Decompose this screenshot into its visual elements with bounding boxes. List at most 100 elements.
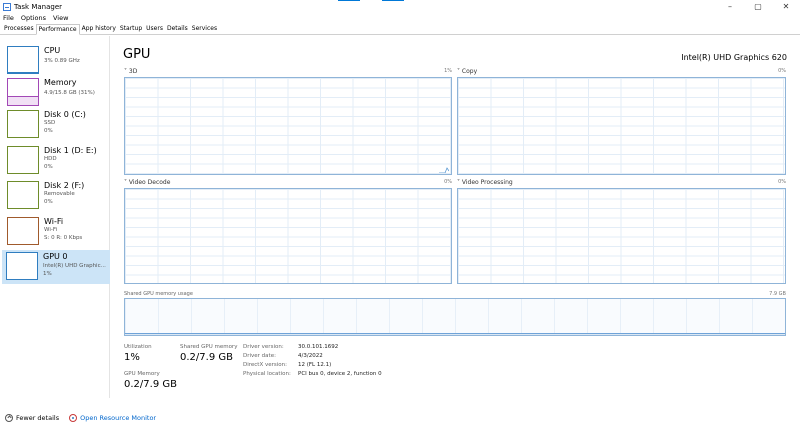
open-resource-monitor-link[interactable]: Open Resource Monitor xyxy=(69,413,156,422)
sidebar-item-title: Memory xyxy=(44,78,77,87)
info-value: 4/3/2022 xyxy=(298,353,323,359)
graph-copy[interactable]: ˅ Copy 0% xyxy=(457,68,786,178)
chevron-up-icon xyxy=(5,413,13,422)
tab-performance[interactable]: Performance xyxy=(35,24,80,35)
graph-engine-selector[interactable]: ˅ Video Decode xyxy=(124,179,170,186)
sidebar-item-title: CPU xyxy=(44,46,61,55)
menu-bar: File Options View xyxy=(0,13,75,23)
stat-value: 0.2/7.9 GB xyxy=(180,352,233,363)
shared-memory-label: Shared GPU memory usage xyxy=(124,291,193,297)
resource-monitor-icon xyxy=(69,413,78,422)
graph-engine-selector[interactable]: ˅ Copy xyxy=(457,68,477,75)
menu-options[interactable]: Options xyxy=(21,14,46,22)
stat-value: 0.2/7.9 GB xyxy=(124,379,177,390)
graph-area xyxy=(124,188,452,284)
sidebar-item-detail: Intel(R) UHD Graphic... xyxy=(43,263,106,269)
info-key: Driver version: xyxy=(243,344,284,350)
graph-percent: 0% xyxy=(778,179,786,185)
sidebar-item-disk-2[interactable]: Disk 2 (F:) Removable 0% xyxy=(3,179,109,213)
title-accent-line xyxy=(338,0,360,1)
tab-bar: Processes Performance App history Startu… xyxy=(0,24,800,35)
tab-services[interactable]: Services xyxy=(190,24,219,34)
sidebar-item-memory[interactable]: Memory 4.9/15.8 GB (31%) xyxy=(3,76,109,110)
menu-view[interactable]: View xyxy=(53,14,68,22)
info-value: 12 (FL 12.1) xyxy=(298,362,332,368)
sidebar-item-cpu[interactable]: CPU 3% 0.89 GHz xyxy=(3,44,109,78)
info-row: Driver date: 4/3/2022 xyxy=(243,353,382,362)
disk-thumbnail-graph xyxy=(7,110,39,138)
shared-memory-fill xyxy=(125,333,785,335)
graph-label: Video Processing xyxy=(461,179,513,186)
sidebar-item-detail: 0% xyxy=(44,128,53,134)
graph-area xyxy=(124,77,452,175)
sidebar-item-disk-0[interactable]: Disk 0 (C:) SSD 0% xyxy=(3,108,109,142)
utilization-stat: Utilization 1% xyxy=(124,344,152,363)
tab-details[interactable]: Details xyxy=(165,24,190,34)
sidebar-item-detail: S: 0 R: 0 Kbps xyxy=(44,235,83,241)
gpu-thumbnail-graph xyxy=(6,252,38,280)
task-manager-icon xyxy=(3,2,11,11)
performance-sidebar: CPU 3% 0.89 GHz Memory 4.9/15.8 GB (31%)… xyxy=(0,36,110,398)
tab-startup[interactable]: Startup xyxy=(118,24,144,34)
sidebar-item-title: Wi-Fi xyxy=(44,217,64,226)
graph-percent: 1% xyxy=(444,68,452,74)
shared-memory-graph xyxy=(124,298,786,336)
usage-line xyxy=(439,167,449,173)
shared-memory-max: 7.9 GB xyxy=(769,291,786,297)
sidebar-item-title: Disk 1 (D: E:) xyxy=(44,146,97,155)
sidebar-item-detail: 4.9/15.8 GB (31%) xyxy=(44,90,95,96)
info-row: Physical location: PCI bus 0, device 2, … xyxy=(243,371,382,380)
tab-users[interactable]: Users xyxy=(144,24,165,34)
footer-bar: Fewer details Open Resource Monitor xyxy=(0,406,800,429)
minimize-button[interactable]: – xyxy=(716,0,744,13)
info-value: PCI bus 0, device 2, function 0 xyxy=(298,371,382,377)
cpu-thumbnail-graph xyxy=(7,46,39,74)
tab-app-history[interactable]: App history xyxy=(80,24,118,34)
sidebar-item-title: Disk 2 (F:) xyxy=(44,181,85,190)
memory-thumbnail-graph xyxy=(7,78,39,106)
sidebar-item-title: Disk 0 (C:) xyxy=(44,110,86,119)
graph-label: Copy xyxy=(461,68,478,75)
sidebar-item-detail: SSD xyxy=(44,120,56,126)
sidebar-item-detail: Wi-Fi xyxy=(44,227,58,233)
shared-gpu-memory-stat: Shared GPU memory 0.2/7.9 GB xyxy=(180,344,237,363)
wifi-thumbnail-graph xyxy=(7,217,39,245)
stat-value: 1% xyxy=(124,352,140,363)
sidebar-item-detail: Removable xyxy=(44,191,75,197)
sidebar-item-detail: 1% xyxy=(43,271,52,277)
sidebar-item-detail: 0% xyxy=(44,164,53,170)
close-button[interactable]: ✕ xyxy=(772,0,800,13)
graph-engine-selector[interactable]: ˅ Video Processing xyxy=(457,179,513,186)
title-accent-line xyxy=(382,0,404,1)
fewer-details-label: Fewer details xyxy=(16,413,60,422)
stat-label: Shared GPU memory xyxy=(180,344,238,350)
gpu-memory-stat: GPU Memory 0.2/7.9 GB xyxy=(124,371,177,390)
sidebar-item-gpu-0[interactable]: GPU 0 Intel(R) UHD Graphic... 1% xyxy=(2,250,110,284)
sidebar-item-title: GPU 0 xyxy=(43,252,68,261)
info-value: 30.0.101.1692 xyxy=(298,344,339,350)
graph-video-decode[interactable]: ˅ Video Decode 0% xyxy=(124,179,452,287)
sidebar-item-disk-1[interactable]: Disk 1 (D: E:) HDD 0% xyxy=(3,144,109,178)
fewer-details-button[interactable]: Fewer details xyxy=(5,413,60,422)
menu-file[interactable]: File xyxy=(3,14,14,22)
stat-label: GPU Memory xyxy=(124,371,160,377)
graph-area xyxy=(457,77,786,175)
info-key: Physical location: xyxy=(243,371,291,377)
graph-percent: 0% xyxy=(778,68,786,74)
sidebar-item-detail: HDD xyxy=(44,156,57,162)
info-key: Driver date: xyxy=(243,353,276,359)
gpu-model-name: Intel(R) UHD Graphics 620 xyxy=(681,53,787,62)
maximize-button[interactable]: ▢ xyxy=(744,0,772,13)
tab-processes[interactable]: Processes xyxy=(2,24,36,34)
sidebar-item-wifi[interactable]: Wi-Fi Wi-Fi S: 0 R: 0 Kbps xyxy=(3,215,109,249)
disk-thumbnail-graph xyxy=(7,181,39,209)
graph-label: Video Decode xyxy=(128,179,171,186)
graph-video-processing[interactable]: ˅ Video Processing 0% xyxy=(457,179,786,287)
info-row: DirectX version: 12 (FL 12.1) xyxy=(243,362,382,371)
window-controls: – ▢ ✕ xyxy=(716,0,800,13)
graph-engine-selector[interactable]: ˅ 3D xyxy=(124,68,137,75)
graph-3d[interactable]: ˅ 3D 1% xyxy=(124,68,452,178)
info-row: Driver version: 30.0.101.1692 xyxy=(243,344,382,353)
driver-info-table: Driver version: 30.0.101.1692 Driver dat… xyxy=(243,344,382,380)
sidebar-item-detail: 3% 0.89 GHz xyxy=(44,58,80,64)
